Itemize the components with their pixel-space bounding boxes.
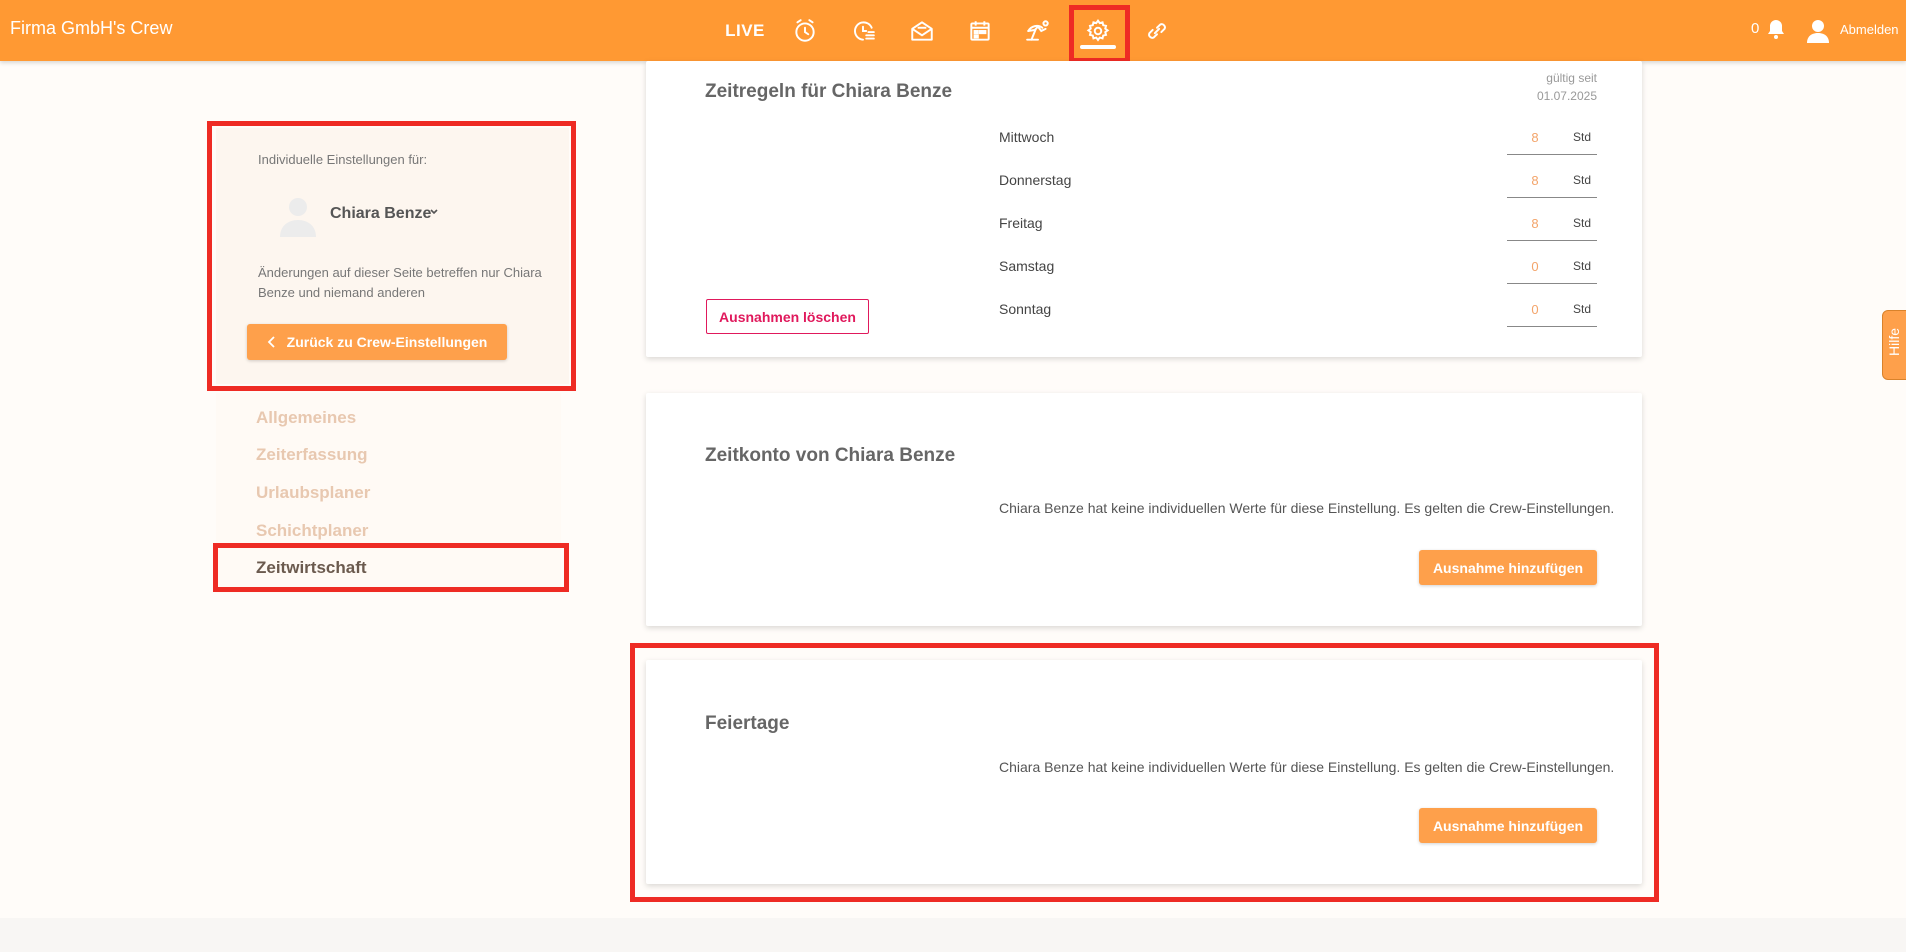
brand-title[interactable]: Firma GmbH's Crew <box>10 18 172 39</box>
live-label: LIVE <box>725 20 765 40</box>
hours-unit: Std <box>1573 259 1592 273</box>
hours-underline <box>1507 154 1597 155</box>
footer-strip <box>0 918 1906 952</box>
menu-item-zeiterfassung[interactable]: Zeiterfassung <box>256 445 367 465</box>
help-tab-label: Hilfe <box>1886 327 1902 356</box>
day-label: Mittwoch <box>999 129 1055 145</box>
day-label: Donnerstag <box>999 172 1072 188</box>
user-avatar-icon[interactable] <box>1805 17 1831 43</box>
day-label: Samstag <box>999 258 1055 274</box>
link-icon <box>1148 22 1166 39</box>
stopwatch-icon <box>795 18 815 42</box>
hours-input[interactable]: 0 <box>1507 259 1563 274</box>
highlight-menu-item <box>213 543 569 592</box>
nav-inbox[interactable] <box>893 0 951 61</box>
nav-calendar[interactable] <box>951 0 1009 61</box>
inbox-icon <box>911 20 933 41</box>
hours-unit: Std <box>1573 216 1592 230</box>
logout-link[interactable]: Abmelden <box>1840 22 1899 37</box>
hours-input[interactable]: 8 <box>1507 130 1563 145</box>
hours-input[interactable]: 8 <box>1507 173 1563 188</box>
valid-since-date: 01.07.2025 <box>1536 89 1597 103</box>
vacation-icon <box>1026 19 1049 41</box>
highlight-settings-nav <box>1069 5 1130 63</box>
time-rules-title: Zeitregeln für Chiara Benze <box>705 81 953 102</box>
menu-item-schichtplaner[interactable]: Schichtplaner <box>256 521 368 541</box>
add-exception-button[interactable]: Ausnahme hinzufügen <box>1419 550 1597 585</box>
nav-live[interactable]: LIVE <box>716 0 774 61</box>
menu-item-urlaubsplaner[interactable]: Urlaubsplaner <box>256 483 370 503</box>
valid-since-label: gültig seit <box>1546 71 1597 85</box>
delete-exceptions-button[interactable]: Ausnahmen löschen <box>706 299 869 334</box>
timesheet-icon <box>854 20 875 41</box>
hours-unit: Std <box>1573 130 1592 144</box>
nav-timesheet[interactable] <box>834 0 892 61</box>
hours-unit: Std <box>1573 302 1592 316</box>
day-label: Sonntag <box>999 301 1052 317</box>
hours-input[interactable]: 0 <box>1507 302 1563 317</box>
top-bar: Firma GmbH's Crew LIVE 0 Abmelden <box>0 0 1906 61</box>
day-label: Freitag <box>999 215 1043 231</box>
hours-unit: Std <box>1573 173 1592 187</box>
highlight-settings-card <box>207 121 576 391</box>
highlight-holidays-card <box>630 643 1659 902</box>
bell-icon[interactable] <box>1766 18 1786 40</box>
notification-count[interactable]: 0 <box>1751 20 1759 37</box>
nav-vacation[interactable] <box>1009 0 1067 61</box>
time-account-title: Zeitkonto von Chiara Benze <box>705 445 956 466</box>
hours-input[interactable]: 8 <box>1507 216 1563 231</box>
nav-links[interactable] <box>1128 0 1186 61</box>
hours-underline <box>1507 240 1597 241</box>
hours-underline <box>1507 197 1597 198</box>
time-account-info: Chiara Benze hat keine individuellen Wer… <box>999 500 1615 516</box>
hours-underline <box>1507 283 1597 284</box>
hours-underline <box>1507 326 1597 327</box>
menu-item-allgemeines[interactable]: Allgemeines <box>256 408 356 428</box>
nav-stopwatch[interactable] <box>776 0 834 61</box>
calendar-icon <box>970 20 990 41</box>
